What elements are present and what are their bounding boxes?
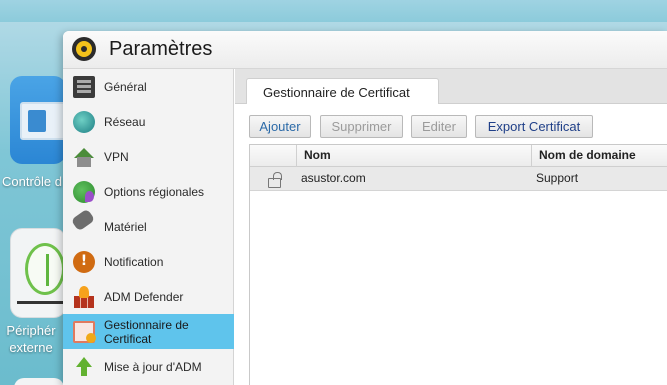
settings-sidebar: Général Réseau VPN Options régionales Ma… xyxy=(63,69,234,385)
sidebar-item-certificate-manager[interactable]: Gestionnaire de Certificat xyxy=(63,314,234,349)
main-panel: Gestionnaire de Certificat Ajouter Suppr… xyxy=(235,69,667,385)
desktop-icon-label: Contrôle d xyxy=(2,174,62,189)
edit-button[interactable]: Editer xyxy=(411,115,467,138)
sidebar-item-label: ADM Defender xyxy=(104,289,184,304)
sidebar-item-label: Mise à jour d'ADM xyxy=(104,359,202,374)
desktop-top-bar xyxy=(0,0,667,22)
cell-domain: Support xyxy=(536,171,579,185)
alert-icon xyxy=(73,250,95,273)
globe-icon xyxy=(73,110,95,133)
cell-name: asustor.com xyxy=(301,171,366,185)
sidebar-item-label: Matériel xyxy=(104,219,147,234)
general-icon xyxy=(73,75,95,98)
desktop-icon-partial[interactable] xyxy=(14,378,64,385)
sidebar-item-label: VPN xyxy=(104,149,129,164)
usb-icon xyxy=(25,243,65,295)
certificate-icon xyxy=(73,320,96,343)
update-arrow-icon xyxy=(73,356,95,378)
sidebar-item-network[interactable]: Réseau xyxy=(63,104,234,139)
unlock-icon xyxy=(267,172,281,188)
column-header-domain[interactable]: Nom de domaine xyxy=(531,145,667,167)
shelf-line xyxy=(17,301,63,304)
sidebar-item-regional-options[interactable]: Options régionales xyxy=(63,174,234,209)
sidebar-item-adm-update[interactable]: Mise à jour d'ADM xyxy=(63,349,234,384)
table-row[interactable]: asustor.com Support xyxy=(250,167,667,191)
sidebar-item-vpn[interactable]: VPN xyxy=(63,139,234,174)
control-panel-desktop-icon[interactable] xyxy=(10,76,72,164)
settings-gear-icon xyxy=(72,37,96,61)
window-titlebar[interactable]: Paramètres xyxy=(63,31,667,69)
delete-button[interactable]: Supprimer xyxy=(320,115,403,138)
firewall-icon xyxy=(73,285,95,308)
tab-certificate-manager[interactable]: Gestionnaire de Certificat xyxy=(246,78,439,105)
hardware-icon xyxy=(70,208,96,232)
sidebar-item-label: Gestionnaire de Certificat xyxy=(104,317,189,346)
desktop-icon-label: Périphér externe xyxy=(6,323,56,355)
add-button[interactable]: Ajouter xyxy=(249,115,311,138)
sidebar-item-label: Réseau xyxy=(104,114,146,129)
sidebar-item-label: Options régionales xyxy=(104,184,205,199)
table-header: Nom Nom de domaine xyxy=(250,145,667,167)
sidebar-item-hardware[interactable]: Matériel xyxy=(63,208,234,244)
sidebar-item-general[interactable]: Général xyxy=(63,69,234,104)
sidebar-item-label: Notification xyxy=(104,254,164,269)
sidebar-item-notification[interactable]: Notification xyxy=(63,244,234,279)
window-title: Paramètres xyxy=(109,38,213,60)
sidebar-item-label: Général xyxy=(104,79,147,94)
globe-pin-icon xyxy=(73,180,95,203)
external-devices-desktop-icon[interactable] xyxy=(10,228,66,318)
settings-window: Paramètres Général Réseau VPN Options ré… xyxy=(63,31,667,385)
house-network-icon xyxy=(73,146,95,168)
certificate-content: Ajouter Supprimer Editer Export Certific… xyxy=(235,104,667,385)
sidebar-item-adm-defender[interactable]: ADM Defender xyxy=(63,279,234,314)
export-certificate-button[interactable]: Export Certificat xyxy=(475,115,593,138)
certificate-table: Nom Nom de domaine asustor.com Support xyxy=(249,144,667,385)
column-header-name[interactable]: Nom xyxy=(296,145,531,167)
tab-strip: Gestionnaire de Certificat xyxy=(235,69,667,105)
